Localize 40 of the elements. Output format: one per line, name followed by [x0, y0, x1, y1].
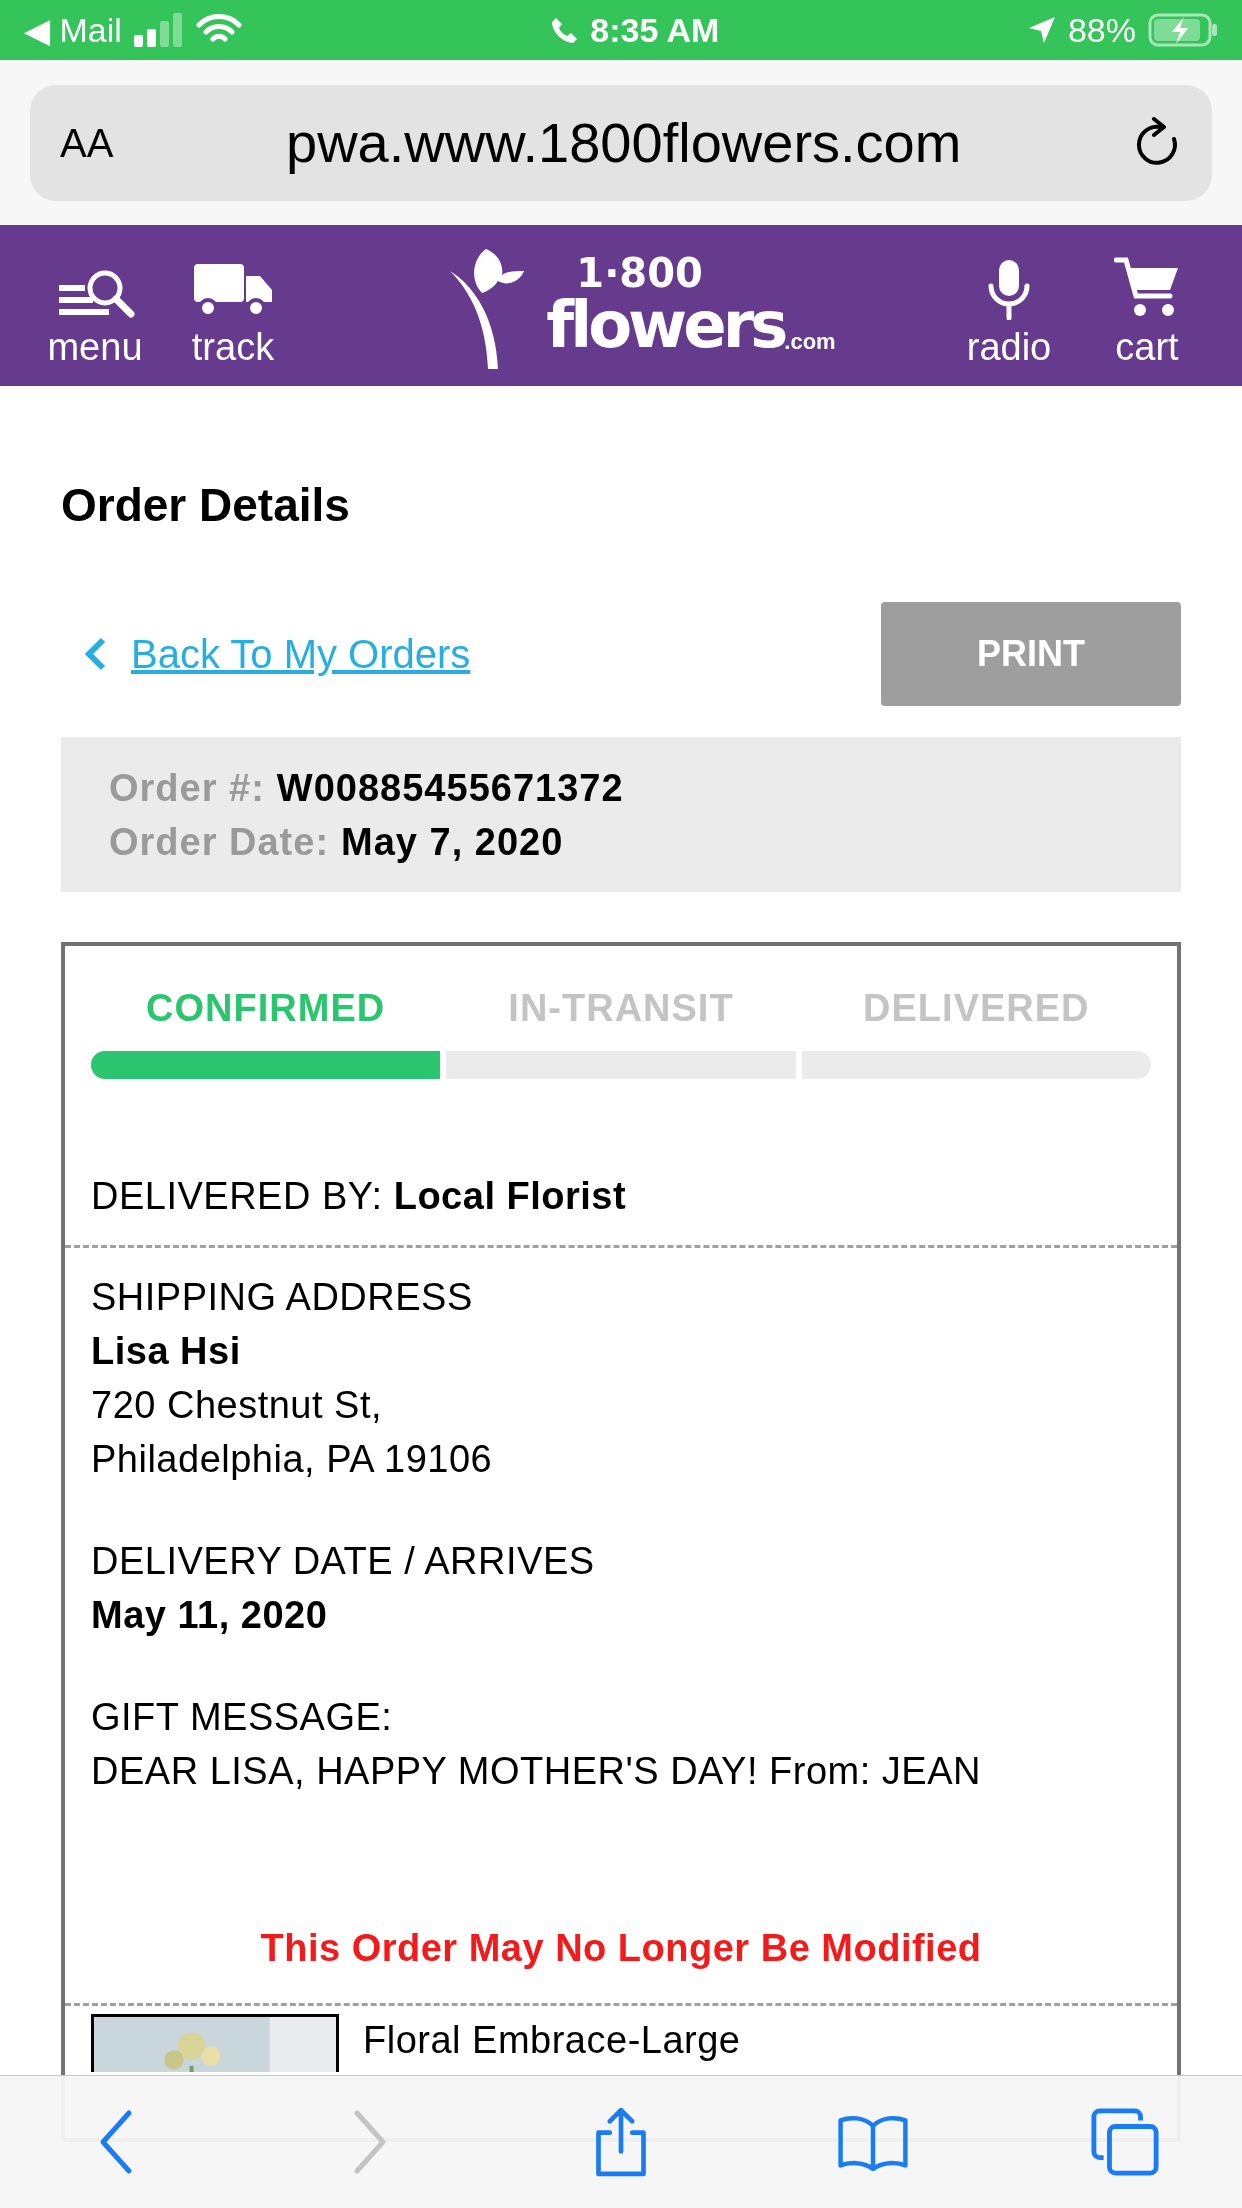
product-name[interactable]: Floral Embrace-Large — [363, 2020, 741, 2060]
cart-button[interactable]: cart — [1082, 245, 1212, 366]
status-step-label: DELIVERED — [863, 986, 1090, 1031]
address-line: 720 Chestnut St, — [91, 1383, 384, 1428]
logo-suffix: .com — [784, 330, 836, 353]
shipping-address-label: SHIPPING ADDRESS — [91, 1275, 474, 1320]
order-number: W00885455671372 — [276, 765, 624, 811]
address-bar[interactable]: AA pwa.www.1800flowers.com — [30, 84, 1212, 201]
site-logo[interactable]: 1·800 flowers.com — [446, 240, 836, 371]
clock-time: 8:35 AM — [590, 9, 720, 51]
delivery-date: May 11, 2020 — [91, 1593, 329, 1638]
chevron-left-icon — [85, 636, 107, 672]
address-line: Philadelphia, PA 19106 — [91, 1437, 494, 1482]
microphone-button[interactable]: radio — [944, 245, 1074, 366]
recipient-name: Lisa Hsi — [91, 1329, 242, 1374]
delivered-by-value: Local Florist — [393, 1175, 627, 1217]
url-text: pwa.www.1800flowers.com — [286, 109, 962, 176]
logo-wordmark: flowers — [546, 292, 785, 357]
gift-message-label: GIFT MESSAGE: — [91, 1695, 394, 1740]
tabs-icon — [1090, 2107, 1160, 2177]
status-step-label: CONFIRMED — [146, 986, 386, 1031]
signal-icon — [133, 13, 184, 47]
order-number-label: Order #: — [109, 765, 265, 811]
menu-button[interactable]: menu — [30, 245, 160, 366]
gift-message: DEAR LISA, HAPPY MOTHER'S DAY! From: JEAN — [91, 1749, 982, 1794]
status-step-label: IN-TRANSIT — [508, 986, 734, 1031]
track-button[interactable]: track — [168, 245, 298, 366]
battery-charging-icon — [1148, 13, 1218, 47]
no-modify-notice: This Order May No Longer Be Modified — [259, 1926, 983, 1971]
order-date-label: Order Date: — [109, 819, 330, 865]
delivery-date-label: DELIVERY DATE / ARRIVES — [91, 1539, 596, 1584]
battery-percent: 88% — [1067, 9, 1136, 51]
phone-icon — [550, 16, 579, 44]
text-size-button[interactable]: AA — [60, 112, 114, 173]
page-title: Order Details — [61, 482, 351, 528]
order-date: May 7, 2020 — [341, 819, 564, 865]
location-arrow-icon — [1027, 16, 1056, 44]
book-icon — [837, 2113, 909, 2171]
delivered-by-label: DELIVERED BY: — [91, 1175, 383, 1217]
logo-number: 1·800 — [576, 252, 704, 293]
